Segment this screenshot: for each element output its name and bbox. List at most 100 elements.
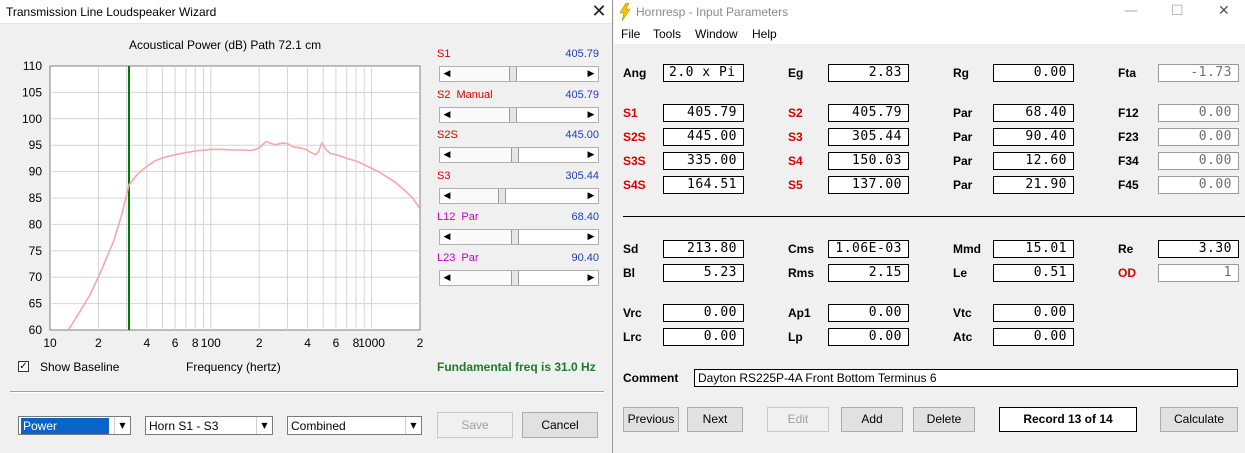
slider[interactable]: ◀ ▶ — [439, 188, 599, 204]
slider[interactable]: ◀ ▶ — [439, 147, 599, 163]
arrow-right-icon[interactable]: ▶ — [584, 230, 598, 244]
arrow-right-icon[interactable]: ▶ — [584, 271, 598, 285]
menu-window[interactable]: Window — [695, 27, 738, 41]
slider-value: 305.44 — [565, 170, 599, 182]
slider-thumb[interactable] — [511, 271, 519, 285]
slider-thumb[interactable] — [511, 230, 519, 244]
arrow-left-icon[interactable]: ◀ — [440, 148, 454, 162]
param-field: 0.00 — [1158, 104, 1239, 122]
param-field[interactable]: 21.90 — [993, 176, 1074, 194]
close-icon[interactable]: ✕ — [1218, 3, 1230, 19]
horn-segment-select[interactable]: Horn S1 - S3 ▼ — [145, 416, 273, 435]
calculate-button[interactable]: Calculate — [1160, 407, 1238, 432]
slider-value: 90.40 — [571, 252, 599, 264]
edit-button[interactable]: Edit — [767, 407, 829, 432]
param-field[interactable]: 90.40 — [993, 128, 1074, 146]
cancel-button[interactable]: Cancel — [522, 412, 598, 438]
maximize-icon[interactable]: ☐ — [1171, 3, 1184, 19]
y-tick-label: 110 — [23, 59, 42, 73]
param-label: F12 — [1118, 106, 1139, 120]
param-label: S4 — [788, 154, 803, 168]
hornresp-title: Hornresp - Input Parameters — [636, 5, 789, 19]
chevron-down-icon[interactable]: ▼ — [405, 417, 421, 434]
param-field[interactable]: 0.00 — [993, 64, 1074, 82]
chevron-down-icon[interactable]: ▼ — [256, 417, 272, 434]
param-field[interactable]: 405.79 — [663, 104, 744, 122]
param-field[interactable]: 2.83 — [828, 64, 909, 82]
power-chart: 110105100959085807570656010 2 4 6 8 100 2 4 6 810… — [22, 59, 424, 350]
menu-file[interactable]: File — [621, 27, 640, 41]
param-field[interactable]: 213.80 — [663, 240, 744, 258]
view-select[interactable]: Power ▼ — [18, 416, 131, 435]
param-field[interactable]: 164.51 — [663, 176, 744, 194]
param-field[interactable]: 12.60 — [993, 152, 1074, 170]
save-button-label: Save — [461, 418, 489, 432]
hornresp-title-bar: Hornresp - Input Parameters — ☐ ✕ — [614, 0, 1245, 24]
slider-thumb[interactable] — [509, 67, 517, 81]
param-field[interactable]: 68.40 — [993, 104, 1074, 122]
param-field[interactable]: 0.00 — [993, 304, 1074, 322]
param-label: S3S — [623, 154, 646, 168]
param-field[interactable]: 445.00 — [663, 128, 744, 146]
arrow-right-icon[interactable]: ▶ — [584, 108, 598, 122]
param-field[interactable]: 15.01 — [993, 240, 1074, 258]
slider-track-fill — [454, 189, 498, 203]
menu-help[interactable]: Help — [752, 27, 777, 41]
param-field[interactable]: 5.23 — [663, 264, 744, 282]
slider[interactable]: ◀ ▶ — [439, 107, 599, 123]
next-button[interactable]: Next — [687, 407, 743, 432]
arrow-right-icon[interactable]: ▶ — [584, 148, 598, 162]
param-field[interactable]: 405.79 — [828, 104, 909, 122]
slider[interactable]: ◀ ▶ — [439, 66, 599, 82]
arrow-left-icon[interactable]: ◀ — [440, 108, 454, 122]
divider — [10, 391, 604, 393]
menu-tools[interactable]: Tools — [653, 27, 681, 41]
param-label: S5 — [788, 178, 803, 192]
delete-button[interactable]: Delete — [913, 407, 975, 432]
lightning-bolt-icon — [619, 3, 631, 21]
arrow-right-icon[interactable]: ▶ — [584, 67, 598, 81]
param-field[interactable]: 3.30 — [1158, 240, 1239, 258]
param-label: Bl — [623, 266, 635, 280]
wizard-window: Transmission Line Loudspeaker Wizard ✕ A… — [0, 0, 613, 453]
param-field[interactable]: 0.00 — [663, 304, 744, 322]
arrow-left-icon[interactable]: ◀ — [440, 67, 454, 81]
chevron-down-icon[interactable]: ▼ — [114, 417, 130, 434]
param-field[interactable]: 1.06E-03 — [828, 240, 909, 258]
param-field[interactable]: 2.0 x Pi — [663, 64, 744, 82]
previous-button[interactable]: Previous — [623, 407, 679, 432]
comment-field[interactable]: Dayton RS225P-4A Front Bottom Terminus 6 — [694, 369, 1238, 387]
slider-thumb[interactable] — [509, 108, 517, 122]
close-icon[interactable]: ✕ — [587, 2, 611, 22]
add-button-label: Add — [861, 412, 883, 426]
arrow-right-icon[interactable]: ▶ — [584, 189, 598, 203]
arrow-left-icon[interactable]: ◀ — [440, 271, 454, 285]
save-button[interactable]: Save — [437, 412, 513, 438]
param-field: 0.00 — [1158, 176, 1239, 194]
add-button[interactable]: Add — [841, 407, 903, 432]
param-field[interactable]: 0.00 — [828, 328, 909, 346]
param-field[interactable]: 137.00 — [828, 176, 909, 194]
param-field[interactable]: 0.51 — [993, 264, 1074, 282]
arrow-left-icon[interactable]: ◀ — [440, 230, 454, 244]
previous-button-label: Previous — [627, 412, 675, 426]
param-field[interactable]: 335.00 — [663, 152, 744, 170]
minimize-icon[interactable]: — — [1124, 3, 1138, 19]
slider[interactable]: ◀ ▶ — [439, 270, 599, 286]
param-field[interactable]: 2.15 — [828, 264, 909, 282]
show-baseline-checkbox[interactable]: ✓ — [18, 361, 29, 372]
param-field[interactable]: 0.00 — [663, 328, 744, 346]
y-tick-label: 100 — [22, 112, 42, 126]
slider-name: L23 — [437, 252, 456, 264]
param-field[interactable]: 305.44 — [828, 128, 909, 146]
param-field[interactable]: 0.00 — [828, 304, 909, 322]
slider[interactable]: ◀ ▶ — [439, 229, 599, 245]
param-label: Vrc — [623, 306, 642, 320]
param-field[interactable]: 150.03 — [828, 152, 909, 170]
param-field[interactable]: 0.00 — [993, 328, 1074, 346]
arrow-left-icon[interactable]: ◀ — [440, 189, 454, 203]
y-tick-label: 65 — [29, 297, 43, 311]
slider-thumb[interactable] — [498, 189, 506, 203]
combination-select[interactable]: Combined ▼ — [287, 416, 422, 435]
slider-thumb[interactable] — [511, 148, 519, 162]
